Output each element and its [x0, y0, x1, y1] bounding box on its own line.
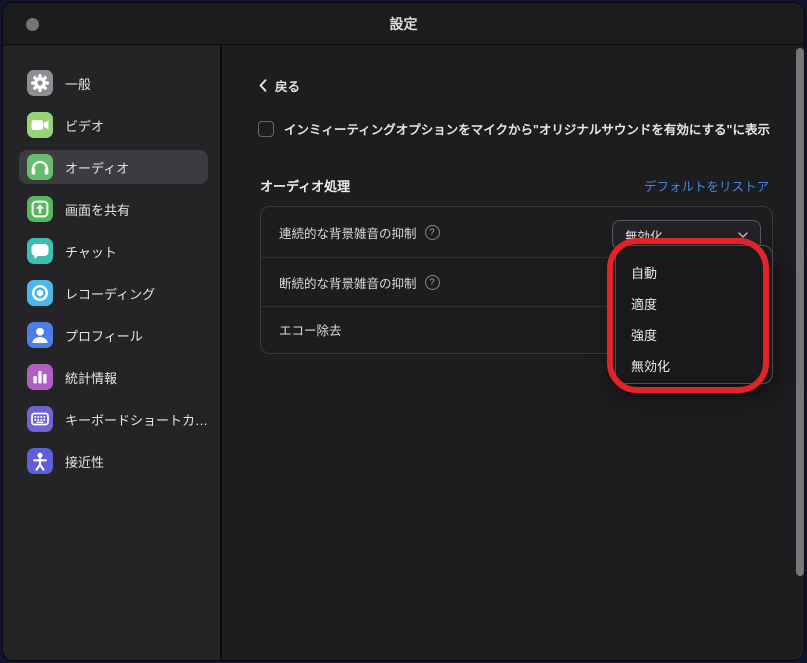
row-label: 連続的な背景雑音の抑制	[279, 223, 417, 242]
window-close-button[interactable]	[26, 18, 39, 31]
vertical-scrollbar-thumb[interactable]	[796, 48, 804, 576]
help-icon[interactable]: ?	[425, 275, 440, 290]
sidebar-item-label: キーボードショートカ…	[65, 410, 208, 429]
sidebar-item-share-screen[interactable]: 画面を共有	[19, 192, 208, 226]
sidebar-item-chat[interactable]: チャット	[19, 234, 208, 268]
title-bar: 設定	[3, 3, 804, 45]
accessibility-icon	[27, 448, 53, 474]
menu-item-auto[interactable]: 自動	[616, 258, 772, 289]
help-icon[interactable]: ?	[425, 225, 440, 240]
sidebar-item-label: 一般	[65, 74, 91, 93]
row-label: 断続的な背景雑音の抑制	[279, 273, 417, 292]
sidebar-item-label: 画面を共有	[65, 200, 130, 219]
menu-item-moderate[interactable]: 適度	[616, 289, 772, 320]
share-screen-icon	[27, 196, 53, 222]
sidebar-item-recording[interactable]: レコーディング	[19, 276, 208, 310]
dropdown-value: 無効化	[625, 226, 663, 245]
record-icon	[27, 280, 53, 306]
sidebar-item-audio[interactable]: オーディオ	[19, 150, 208, 184]
keyboard-icon	[27, 406, 53, 432]
sidebar-item-label: チャット	[65, 242, 117, 261]
restore-defaults-link[interactable]: デフォルトをリストア	[644, 176, 769, 195]
original-sound-checkbox-label: インミィーティングオプションをマイクから"オリジナルサウンドを有効にする"に表示	[284, 119, 770, 138]
menu-item-disable[interactable]: 無効化	[616, 351, 772, 382]
chevron-left-icon	[259, 79, 267, 92]
profile-icon	[27, 322, 53, 348]
stats-icon	[27, 364, 53, 390]
gear-icon	[27, 70, 53, 96]
back-label: 戻る	[275, 76, 300, 95]
video-icon	[27, 112, 53, 138]
original-sound-option-row: インミィーティングオプションをマイクから"オリジナルサウンドを有効にする"に表示	[258, 119, 770, 138]
headphones-icon	[27, 154, 53, 180]
sidebar-item-label: プロフィール	[65, 326, 143, 345]
menu-item-aggressive[interactable]: 強度	[616, 320, 772, 351]
sidebar-item-general[interactable]: 一般	[19, 66, 208, 100]
audio-settings-pane: 戻る インミィーティングオプションをマイクから"オリジナルサウンドを有効にする"…	[224, 46, 804, 660]
sidebar-item-video[interactable]: ビデオ	[19, 108, 208, 142]
window-title: 設定	[3, 3, 804, 45]
sidebar-item-profile[interactable]: プロフィール	[19, 318, 208, 352]
sidebar-item-accessibility[interactable]: 接近性	[19, 444, 208, 478]
sidebar-item-keyboard-shortcuts[interactable]: キーボードショートカ…	[19, 402, 208, 436]
settings-window: 設定 一般 ビデオ	[3, 3, 804, 660]
chat-icon	[27, 238, 53, 264]
row-label: エコー除去	[279, 320, 342, 339]
noise-suppression-menu: 自動 適度 強度 無効化	[615, 245, 773, 384]
sidebar-item-statistics[interactable]: 統計情報	[19, 360, 208, 394]
sidebar-item-label: ビデオ	[65, 116, 104, 135]
sidebar-item-label: 接近性	[65, 452, 104, 471]
sidebar-item-label: オーディオ	[65, 158, 129, 177]
back-button[interactable]: 戻る	[259, 76, 300, 95]
sidebar-item-label: 統計情報	[65, 368, 117, 387]
sidebar-item-label: レコーディング	[65, 284, 155, 303]
settings-sidebar: 一般 ビデオ オーディオ	[3, 46, 222, 660]
audio-processing-section-title: オーディオ処理	[260, 176, 350, 195]
chevron-down-icon	[738, 232, 748, 238]
original-sound-checkbox[interactable]	[258, 121, 274, 137]
